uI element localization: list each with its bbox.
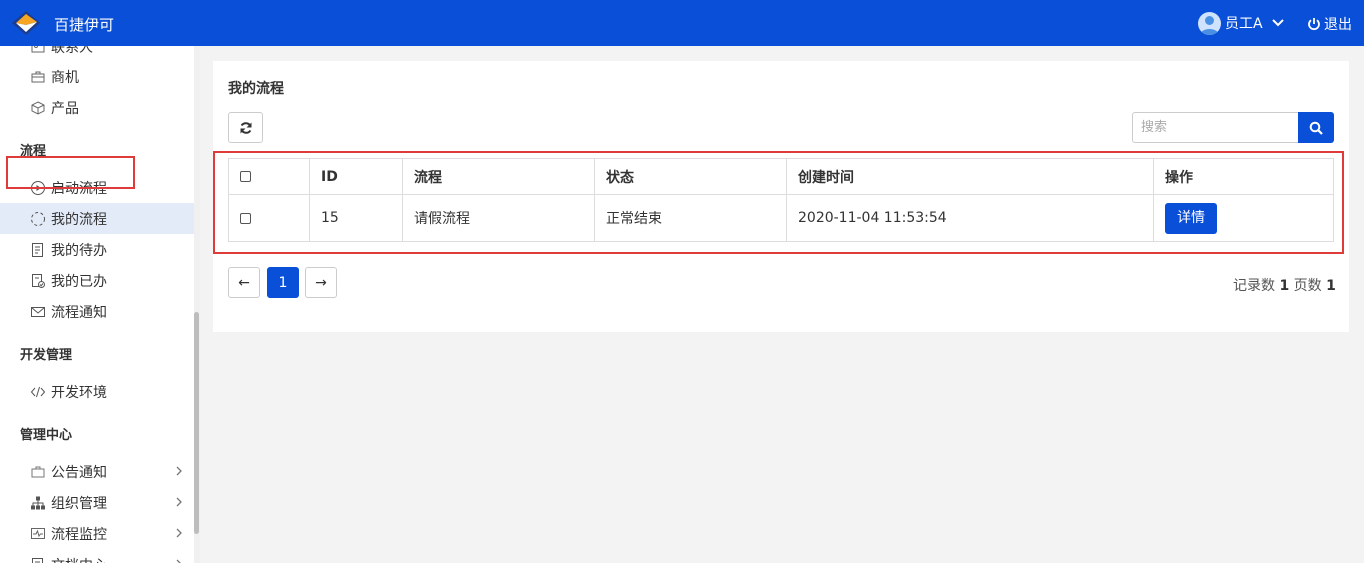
sidebar-scrollbar-thumb[interactable]: [194, 312, 199, 534]
sidebar-item-label: 组织管理: [51, 495, 107, 512]
sidebar-item-label: 流程通知: [51, 304, 107, 321]
sidebar: 联系人 商机 产品 流程 启动流程 我的流程 我的待办 我的已办 流程通知 开发…: [0, 46, 200, 563]
pager-info: 记录数 1 页数 1: [1233, 275, 1336, 295]
chevron-right-icon: [176, 559, 181, 563]
sidebar-item-label: 我的流程: [51, 211, 107, 228]
sidebar-item-my-done[interactable]: 我的已办: [0, 265, 194, 296]
user-avatar-icon: [1200, 15, 1219, 35]
sidebar-item-org-management[interactable]: 组织管理: [0, 487, 194, 518]
mail-icon: [31, 306, 45, 317]
sidebar-item-dev-env[interactable]: 开发环境: [0, 376, 194, 407]
table-highlight-box: [213, 151, 1344, 254]
chevron-right-icon: [176, 466, 182, 476]
sidebar-item-label: 开发环境: [51, 384, 107, 401]
logo-icon: [12, 11, 40, 35]
pager-page-current[interactable]: 1: [267, 267, 299, 298]
brand-name: 百捷伊可: [54, 16, 115, 34]
user-name: 员工A: [1225, 16, 1263, 32]
refresh-icon: [240, 121, 251, 134]
avatar: [1198, 11, 1221, 35]
sidebar-item-label: 联系人: [51, 46, 93, 56]
sidebar-item-label: 公告通知: [51, 464, 107, 481]
power-icon: [1308, 18, 1320, 31]
sidebar-item-process-notice[interactable]: 流程通知: [0, 296, 194, 327]
search-input[interactable]: [1132, 112, 1299, 143]
sidebar-item-process-monitor[interactable]: 流程监控: [0, 518, 194, 549]
user-menu[interactable]: 员工A: [1198, 11, 1285, 35]
pages-count: 1: [1326, 278, 1336, 294]
org-tree-icon: [31, 496, 45, 509]
sidebar-item-contacts[interactable]: 联系人: [0, 46, 194, 62]
done-doc-icon: [32, 273, 45, 288]
sidebar-item-label: 流程监控: [51, 526, 107, 543]
sidebar-item-products[interactable]: 产品: [0, 92, 194, 123]
pages-label: 页数: [1293, 278, 1322, 294]
pager-next-button[interactable]: →: [305, 267, 337, 298]
sidebar-item-opportunities[interactable]: 商机: [0, 61, 194, 92]
search-button[interactable]: [1298, 112, 1334, 143]
contact-icon: [31, 46, 45, 52]
sidebar-item-doc-center[interactable]: 文档中心: [0, 549, 194, 563]
briefcase-icon: [31, 71, 45, 82]
loading-circle-icon: [31, 211, 45, 226]
code-icon: [30, 386, 46, 397]
sidebar-item-label: 我的已办: [51, 273, 107, 290]
sidebar-highlight-box: [6, 156, 135, 189]
logout-button[interactable]: 退出: [1307, 14, 1352, 34]
sidebar-item-label: 商机: [51, 69, 79, 86]
top-bar: 百捷伊可 员工A 退出: [0, 0, 1364, 46]
sidebar-item-label: 我的待办: [51, 242, 107, 259]
cube-icon: [31, 100, 45, 115]
notice-icon: [31, 466, 45, 477]
chevron-down-icon: [1271, 19, 1284, 27]
section-title-admin: 管理中心: [20, 428, 73, 443]
sidebar-item-my-todo[interactable]: 我的待办: [0, 234, 194, 265]
monitor-icon: [31, 527, 45, 539]
records-count: 1: [1279, 278, 1290, 294]
section-title-dev: 开发管理: [20, 348, 73, 363]
todo-doc-icon: [32, 242, 43, 257]
sidebar-item-label: 产品: [51, 100, 79, 117]
sidebar-item-label: 文档中心: [51, 555, 107, 563]
doc-center-icon: [32, 557, 43, 563]
records-label: 记录数: [1233, 278, 1275, 294]
page-title: 我的流程: [228, 81, 284, 97]
logout-label: 退出: [1324, 17, 1352, 33]
search-icon: [1309, 121, 1323, 135]
refresh-button[interactable]: [228, 112, 263, 143]
sidebar-item-my-process[interactable]: 我的流程: [0, 203, 194, 234]
chevron-right-icon: [176, 497, 182, 507]
chevron-right-icon: [176, 528, 182, 538]
sidebar-item-announcements[interactable]: 公告通知: [0, 456, 194, 487]
pager-prev-button[interactable]: ←: [228, 267, 260, 298]
